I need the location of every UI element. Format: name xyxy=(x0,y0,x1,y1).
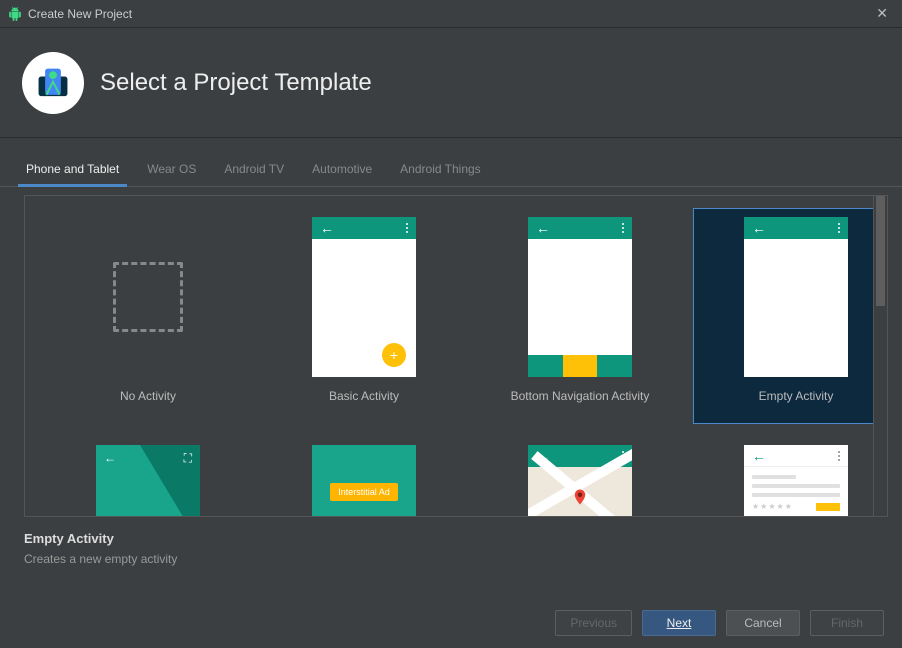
page-title: Select a Project Template xyxy=(100,69,372,97)
empty-activity-preview: ← xyxy=(744,217,848,377)
back-arrow-icon: ← xyxy=(104,451,116,466)
overflow-menu-icon xyxy=(406,223,408,233)
dashed-box-icon xyxy=(113,262,183,332)
template-empty-activity[interactable]: ← Empty Activity xyxy=(693,196,873,424)
basic-activity-preview: ← + xyxy=(312,217,416,377)
maps-preview: ← xyxy=(528,445,632,516)
header: Select a Project Template xyxy=(0,28,902,138)
next-button[interactable]: Next xyxy=(642,610,716,636)
bottom-nav-preview: ← xyxy=(528,217,632,377)
fab-icon: + xyxy=(382,343,406,367)
template-bottom-nav[interactable]: ← Bottom Navigation Activity xyxy=(477,196,683,424)
back-arrow-icon: ← xyxy=(752,221,766,235)
scrollbar-thumb[interactable] xyxy=(876,196,885,306)
titlebar: Create New Project ✕ xyxy=(0,0,902,28)
header-icon xyxy=(22,52,84,114)
template-basic-activity[interactable]: ← + Basic Activity xyxy=(261,196,467,424)
android-studio-icon xyxy=(8,7,22,21)
window-title: Create New Project xyxy=(28,7,870,21)
tab-android-tv[interactable]: Android TV xyxy=(222,156,286,186)
tab-automotive[interactable]: Automotive xyxy=(310,156,374,186)
template-label: Bottom Navigation Activity xyxy=(511,389,650,403)
template-label: Empty Activity xyxy=(759,389,834,403)
back-arrow-icon: ← xyxy=(752,449,766,463)
close-icon[interactable]: ✕ xyxy=(870,3,894,24)
scrollbar[interactable] xyxy=(873,196,887,516)
detail-preview: ← ★★★★★ xyxy=(744,445,848,516)
back-arrow-icon: ← xyxy=(320,221,334,235)
template-fullscreen[interactable]: ← ⛶ xyxy=(45,424,251,516)
template-maps[interactable]: ← xyxy=(477,424,683,516)
finish-button: Finish xyxy=(810,610,884,636)
template-no-activity[interactable]: No Activity xyxy=(45,196,251,424)
overflow-menu-icon xyxy=(838,451,840,461)
template-label: No Activity xyxy=(120,389,176,403)
overflow-menu-icon xyxy=(622,223,624,233)
tab-wear-os[interactable]: Wear OS xyxy=(145,156,198,186)
button-bar: Previous Next Cancel Finish xyxy=(555,610,884,636)
templates-grid: No Activity ← + Basic Activity ← xyxy=(25,196,873,516)
template-master-detail[interactable]: ← ★★★★★ xyxy=(693,424,873,516)
templates-scroll-area: No Activity ← + Basic Activity ← xyxy=(24,195,888,517)
bottom-nav-bar xyxy=(528,355,632,377)
interstitial-preview: Interstitial Ad xyxy=(312,445,416,516)
tab-phone-tablet[interactable]: Phone and Tablet xyxy=(24,156,121,186)
cancel-button[interactable]: Cancel xyxy=(726,610,800,636)
fullscreen-preview: ← ⛶ xyxy=(96,445,200,516)
action-chip xyxy=(816,503,840,511)
template-label: Basic Activity xyxy=(329,389,399,403)
tabs-bar: Phone and Tablet Wear OS Android TV Auto… xyxy=(0,138,902,187)
overflow-menu-icon xyxy=(838,223,840,233)
ad-badge: Interstitial Ad xyxy=(330,483,398,501)
previous-button: Previous xyxy=(555,610,632,636)
info-panel: Empty Activity Creates a new empty activ… xyxy=(0,517,902,580)
fullscreen-icon: ⛶ xyxy=(184,451,192,466)
tab-android-things[interactable]: Android Things xyxy=(398,156,483,186)
selected-template-title: Empty Activity xyxy=(24,531,878,546)
back-arrow-icon: ← xyxy=(536,221,550,235)
selected-template-desc: Creates a new empty activity xyxy=(24,552,878,566)
map-pin-icon xyxy=(571,486,589,513)
no-activity-preview xyxy=(96,217,200,377)
template-admob-interstitial[interactable]: Interstitial Ad xyxy=(261,424,467,516)
